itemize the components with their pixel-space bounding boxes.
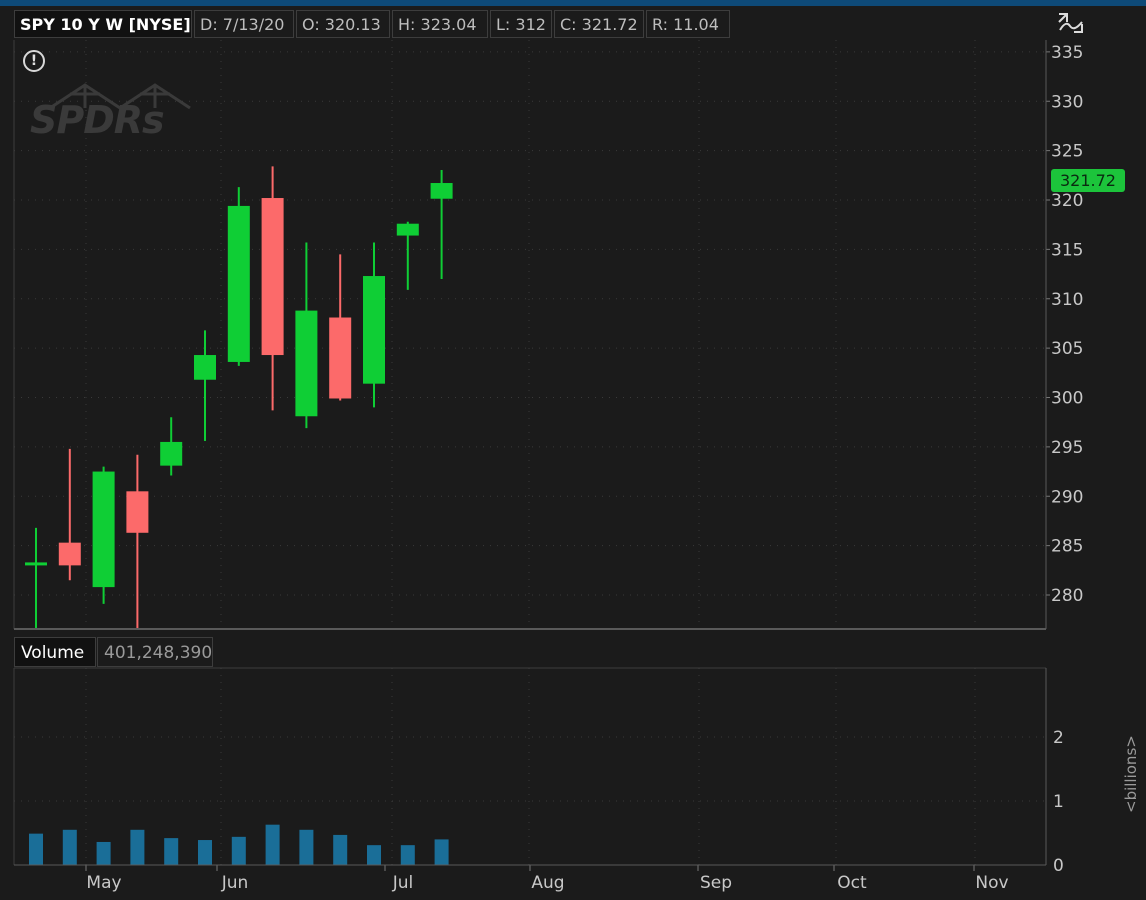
candle <box>25 527 47 630</box>
candle-body <box>261 198 284 356</box>
volume-bar <box>164 838 179 865</box>
price-tick-label: 290 <box>1051 487 1083 507</box>
candle-body <box>227 205 250 362</box>
candle-body <box>92 471 115 588</box>
volume-bar <box>434 839 449 865</box>
volume-bar <box>367 845 381 865</box>
month-label: Oct <box>837 873 867 893</box>
candle-body <box>295 310 318 417</box>
candle <box>160 417 183 476</box>
month-label: Aug <box>531 873 564 893</box>
volume-units-text: <billions> <box>1122 735 1140 813</box>
month-label: Sep <box>700 873 732 893</box>
volume-bar <box>333 834 348 865</box>
candle-body <box>363 276 385 384</box>
candle <box>261 166 284 411</box>
volume-bar <box>400 845 415 865</box>
low-readout: L: 312 <box>490 10 552 38</box>
open-readout: O: 320.13 <box>296 10 390 38</box>
info-icon[interactable]: ! <box>23 50 45 72</box>
price-tick-label: 285 <box>1051 537 1083 557</box>
volume-readout: 401,248,390 <box>97 637 213 667</box>
style-toggle-icon-glyph <box>1058 13 1083 33</box>
candle-body <box>329 317 352 399</box>
candle <box>430 169 453 279</box>
volume-bar <box>265 824 280 865</box>
volume-bar <box>198 840 212 865</box>
price-tick-label: 325 <box>1051 142 1083 162</box>
candle <box>396 221 419 290</box>
month-label: Jun <box>221 873 249 893</box>
candle <box>58 448 81 581</box>
candle-body <box>396 223 419 236</box>
spdrs-logo-text: SPDRs <box>30 98 165 142</box>
volume-tick-label: 0 <box>1053 856 1064 876</box>
candle <box>295 242 318 429</box>
symbol-title[interactable]: SPY 10 Y W [NYSE] <box>14 10 192 38</box>
volume-tick-label: 1 <box>1053 792 1064 812</box>
candle <box>329 254 352 401</box>
volume-bar <box>96 841 111 865</box>
price-tick-label: 280 <box>1051 586 1083 606</box>
volume-units-label: <billions> <box>1116 725 1146 815</box>
candle-body <box>160 441 183 466</box>
volume-bar <box>62 829 77 865</box>
price-tick-label: 330 <box>1051 92 1083 112</box>
price-tick-label: 305 <box>1051 339 1083 359</box>
high-readout: H: 323.04 <box>392 10 488 38</box>
price-tick-label: 320 <box>1051 191 1083 211</box>
range-readout: R: 11.04 <box>646 10 730 38</box>
candle-body <box>25 562 47 566</box>
volume-bar <box>231 836 246 865</box>
volume-bars-layer <box>29 824 449 865</box>
style-toggle-icon[interactable] <box>1056 10 1084 36</box>
volume-bar <box>130 829 145 865</box>
month-label: Jul <box>392 873 414 893</box>
candle-body <box>430 183 453 199</box>
close-readout: C: 321.72 <box>554 10 644 38</box>
volume-tick-label: 2 <box>1053 728 1064 748</box>
candle <box>126 454 149 630</box>
last-price-label: 321.72 <box>1051 169 1125 192</box>
volume-grid <box>14 668 1046 866</box>
candle <box>363 242 385 408</box>
price-tick-label: 295 <box>1051 438 1083 458</box>
month-label: May <box>86 873 121 893</box>
price-tick-label: 300 <box>1051 389 1083 409</box>
month-label: Nov <box>975 873 1008 893</box>
volume-label[interactable]: Volume <box>14 637 96 667</box>
time-axis: May Jun Jul Aug Sep Oct Nov <box>85 865 1009 893</box>
price-tick-label: 310 <box>1051 290 1083 310</box>
price-tick-label: 315 <box>1051 240 1083 260</box>
candle-body <box>58 542 81 566</box>
price-tick-label: 335 <box>1051 43 1083 63</box>
volume-bar <box>29 833 43 865</box>
volume-bar <box>299 829 314 865</box>
candle <box>92 466 115 604</box>
date-readout: D: 7/13/20 <box>194 10 294 38</box>
volume-axis: 0 1 2 <box>1053 728 1064 876</box>
spdrs-logo: SPDRs <box>30 80 205 150</box>
candle-body <box>194 355 216 380</box>
candle-body <box>126 491 149 533</box>
price-axis: 280 285 290 295 300 305 310 315 320 325 330 335 <box>1046 43 1083 606</box>
candle <box>227 187 250 366</box>
candle <box>194 330 216 441</box>
